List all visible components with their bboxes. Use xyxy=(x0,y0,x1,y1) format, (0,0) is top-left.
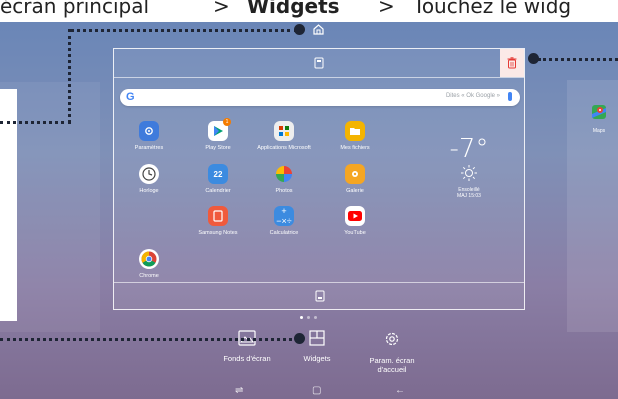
app-settings[interactable]: Paramètres xyxy=(119,121,179,151)
caption-bold-widgets: Widgets xyxy=(247,0,340,18)
app-youtube[interactable]: YouTube xyxy=(325,206,385,236)
widgets-label: Widgets xyxy=(303,354,331,363)
sun-icon xyxy=(461,165,477,181)
app-label: Play Store xyxy=(205,145,231,151)
callout-line-home-vertical xyxy=(68,29,71,123)
youtube-icon xyxy=(345,206,365,226)
page-top-bar xyxy=(114,49,524,78)
mic-icon[interactable] xyxy=(508,92,512,101)
callout-line-home-top xyxy=(70,29,298,32)
delete-page-button[interactable] xyxy=(500,49,524,77)
home-settings-button[interactable]: Param. écran d'accueil xyxy=(357,330,427,374)
page-indicator[interactable] xyxy=(300,316,317,319)
notes-icon xyxy=(208,206,228,226)
home-button[interactable]: ▢ xyxy=(312,385,321,396)
trash-icon xyxy=(507,57,517,69)
app-label: Mes fichiers xyxy=(340,145,370,151)
callout-line-trash xyxy=(538,58,618,61)
weather-widget[interactable]: -7° Ensoleillé MAJ 15:03 xyxy=(424,134,514,199)
app-label: Calculatrice xyxy=(269,230,299,236)
app-samsung-notes[interactable]: Samsung Notes xyxy=(188,206,248,236)
app-microsoft-apps[interactable]: Applications Microsoft xyxy=(254,121,314,151)
app-label: Calendrier xyxy=(205,188,231,194)
app-play-store[interactable]: 1 Play Store xyxy=(188,118,248,151)
calculator-icon: +−×÷ xyxy=(274,206,294,226)
default-page-icon[interactable] xyxy=(314,57,324,69)
callout-bullet-home xyxy=(294,24,305,35)
app-chrome[interactable]: Chrome xyxy=(119,249,179,279)
folder-icon xyxy=(345,121,365,141)
caption-part2: Touchez le widg xyxy=(413,0,572,18)
search-placeholder: Dites « Ok Google » xyxy=(445,93,500,99)
caption-separator-2: > xyxy=(378,0,395,18)
app-label: Samsung Notes xyxy=(198,230,238,236)
caption-separator-1: > xyxy=(213,0,230,18)
back-button[interactable]: ← xyxy=(395,385,405,396)
app-label: Paramètres xyxy=(134,145,164,151)
callout-bullet-widgets xyxy=(294,333,305,344)
home-icon[interactable] xyxy=(312,23,325,36)
play-store-icon: 1 xyxy=(208,118,231,141)
photos-icon xyxy=(274,164,294,184)
widgets-button[interactable]: Widgets xyxy=(282,330,352,363)
app-photos[interactable]: Photos xyxy=(254,164,314,194)
gallery-icon xyxy=(345,164,365,184)
chrome-icon xyxy=(139,249,159,269)
page-dot[interactable] xyxy=(314,316,317,319)
app-label: Photos xyxy=(275,188,293,194)
notification-badge: 1 xyxy=(223,118,231,126)
app-label: YouTube xyxy=(344,230,366,236)
callout-line-home-left xyxy=(0,121,71,124)
maps-app[interactable]: Maps xyxy=(584,104,614,134)
instruction-caption: écran principal > Widgets > Touchez le w… xyxy=(0,0,618,21)
google-logo: G xyxy=(126,91,135,103)
gear-icon xyxy=(385,332,399,346)
home-settings-label-2: d'accueil xyxy=(377,365,407,374)
maps-label: Maps xyxy=(592,128,606,134)
caption-part1: écran principal xyxy=(0,0,150,18)
weather-temperature: -7° xyxy=(449,134,489,164)
home-page-preview[interactable]: G Dites « Ok Google » Paramètres 1 Play … xyxy=(113,48,525,310)
wallpapers-label: Fonds d'écran xyxy=(223,354,271,363)
page-bottom-bar xyxy=(114,282,524,309)
app-label: Galerie xyxy=(346,188,364,194)
callout-bullet-trash xyxy=(528,53,539,64)
app-calendar[interactable]: 22 Calendrier xyxy=(188,164,248,194)
page-dot-active[interactable] xyxy=(300,316,303,319)
app-clock[interactable]: Horloge xyxy=(119,164,179,194)
home-settings-label-1: Param. écran xyxy=(369,356,415,365)
settings-icon xyxy=(139,121,159,141)
app-my-files[interactable]: Mes fichiers xyxy=(325,121,385,151)
callout-line-widgets xyxy=(0,338,298,341)
wallpapers-button[interactable]: Fonds d'écran xyxy=(212,330,282,363)
google-search-bar[interactable]: G Dites « Ok Google » xyxy=(120,89,520,106)
page-dot[interactable] xyxy=(307,316,310,319)
app-label: Applications Microsoft xyxy=(257,145,311,151)
calendar-icon: 22 xyxy=(208,164,228,184)
app-calculator[interactable]: +−×÷ Calculatrice xyxy=(254,206,314,236)
microsoft-folder-icon xyxy=(274,121,294,141)
weather-updated: MAJ 15:03 xyxy=(457,193,481,199)
maps-icon xyxy=(592,105,606,119)
page-layout-icon[interactable] xyxy=(315,290,325,302)
app-label: Horloge xyxy=(139,188,159,194)
widgets-icon xyxy=(309,330,325,346)
app-gallery[interactable]: Galerie xyxy=(325,164,385,194)
recent-apps-button[interactable]: ⇌ xyxy=(235,385,243,396)
app-label: Chrome xyxy=(139,273,159,279)
clock-icon xyxy=(139,164,159,184)
